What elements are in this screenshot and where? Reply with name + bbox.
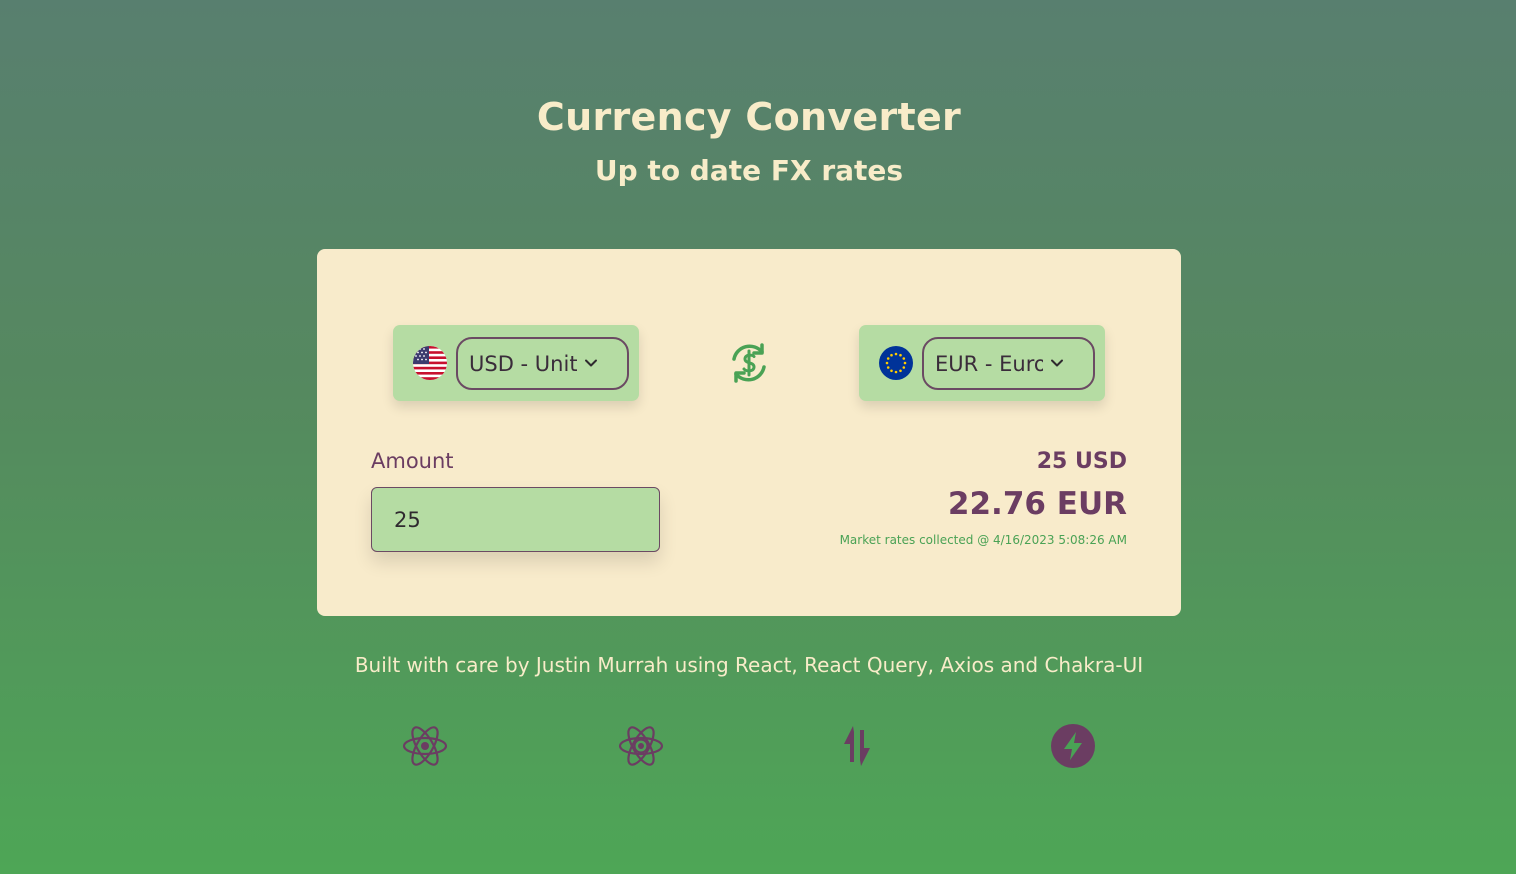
converted-amount-text: 22.76 EUR: [947, 486, 1127, 522]
page-title: Currency Converter: [536, 95, 962, 139]
axios-icon[interactable]: [833, 722, 881, 770]
to-currency-value: EUR - Euro: [935, 351, 1043, 376]
from-currency-select[interactable]: USD - United States Dollar: [456, 337, 629, 390]
chevron-down-icon: [1051, 359, 1063, 367]
to-currency-select[interactable]: EUR - Euro: [922, 337, 1095, 390]
amount-input[interactable]: [371, 487, 660, 552]
converter-card: USD - United States Dollar: [317, 249, 1181, 616]
rates-timestamp: Market rates collected @ 4/16/2023 5:08:…: [839, 533, 1127, 547]
react-icon[interactable]: [401, 722, 449, 770]
footer-credit: Built with care by Justin Murrah using R…: [354, 653, 1144, 677]
from-currency-box: USD - United States Dollar: [393, 325, 639, 401]
react-query-icon[interactable]: [617, 722, 665, 770]
eu-flag-icon: [879, 346, 913, 380]
to-currency-box: EUR - Euro: [859, 325, 1105, 401]
source-amount-text: 25 USD: [1036, 449, 1127, 474]
from-currency-value: USD - United States Dollar: [469, 351, 577, 376]
chevron-down-icon: [585, 359, 597, 367]
us-flag-icon: [413, 346, 447, 380]
amount-label: Amount: [371, 449, 454, 473]
chakra-ui-icon[interactable]: [1049, 722, 1097, 770]
page-subtitle: Up to date FX rates: [594, 154, 904, 187]
currency-exchange-icon[interactable]: [726, 340, 772, 386]
